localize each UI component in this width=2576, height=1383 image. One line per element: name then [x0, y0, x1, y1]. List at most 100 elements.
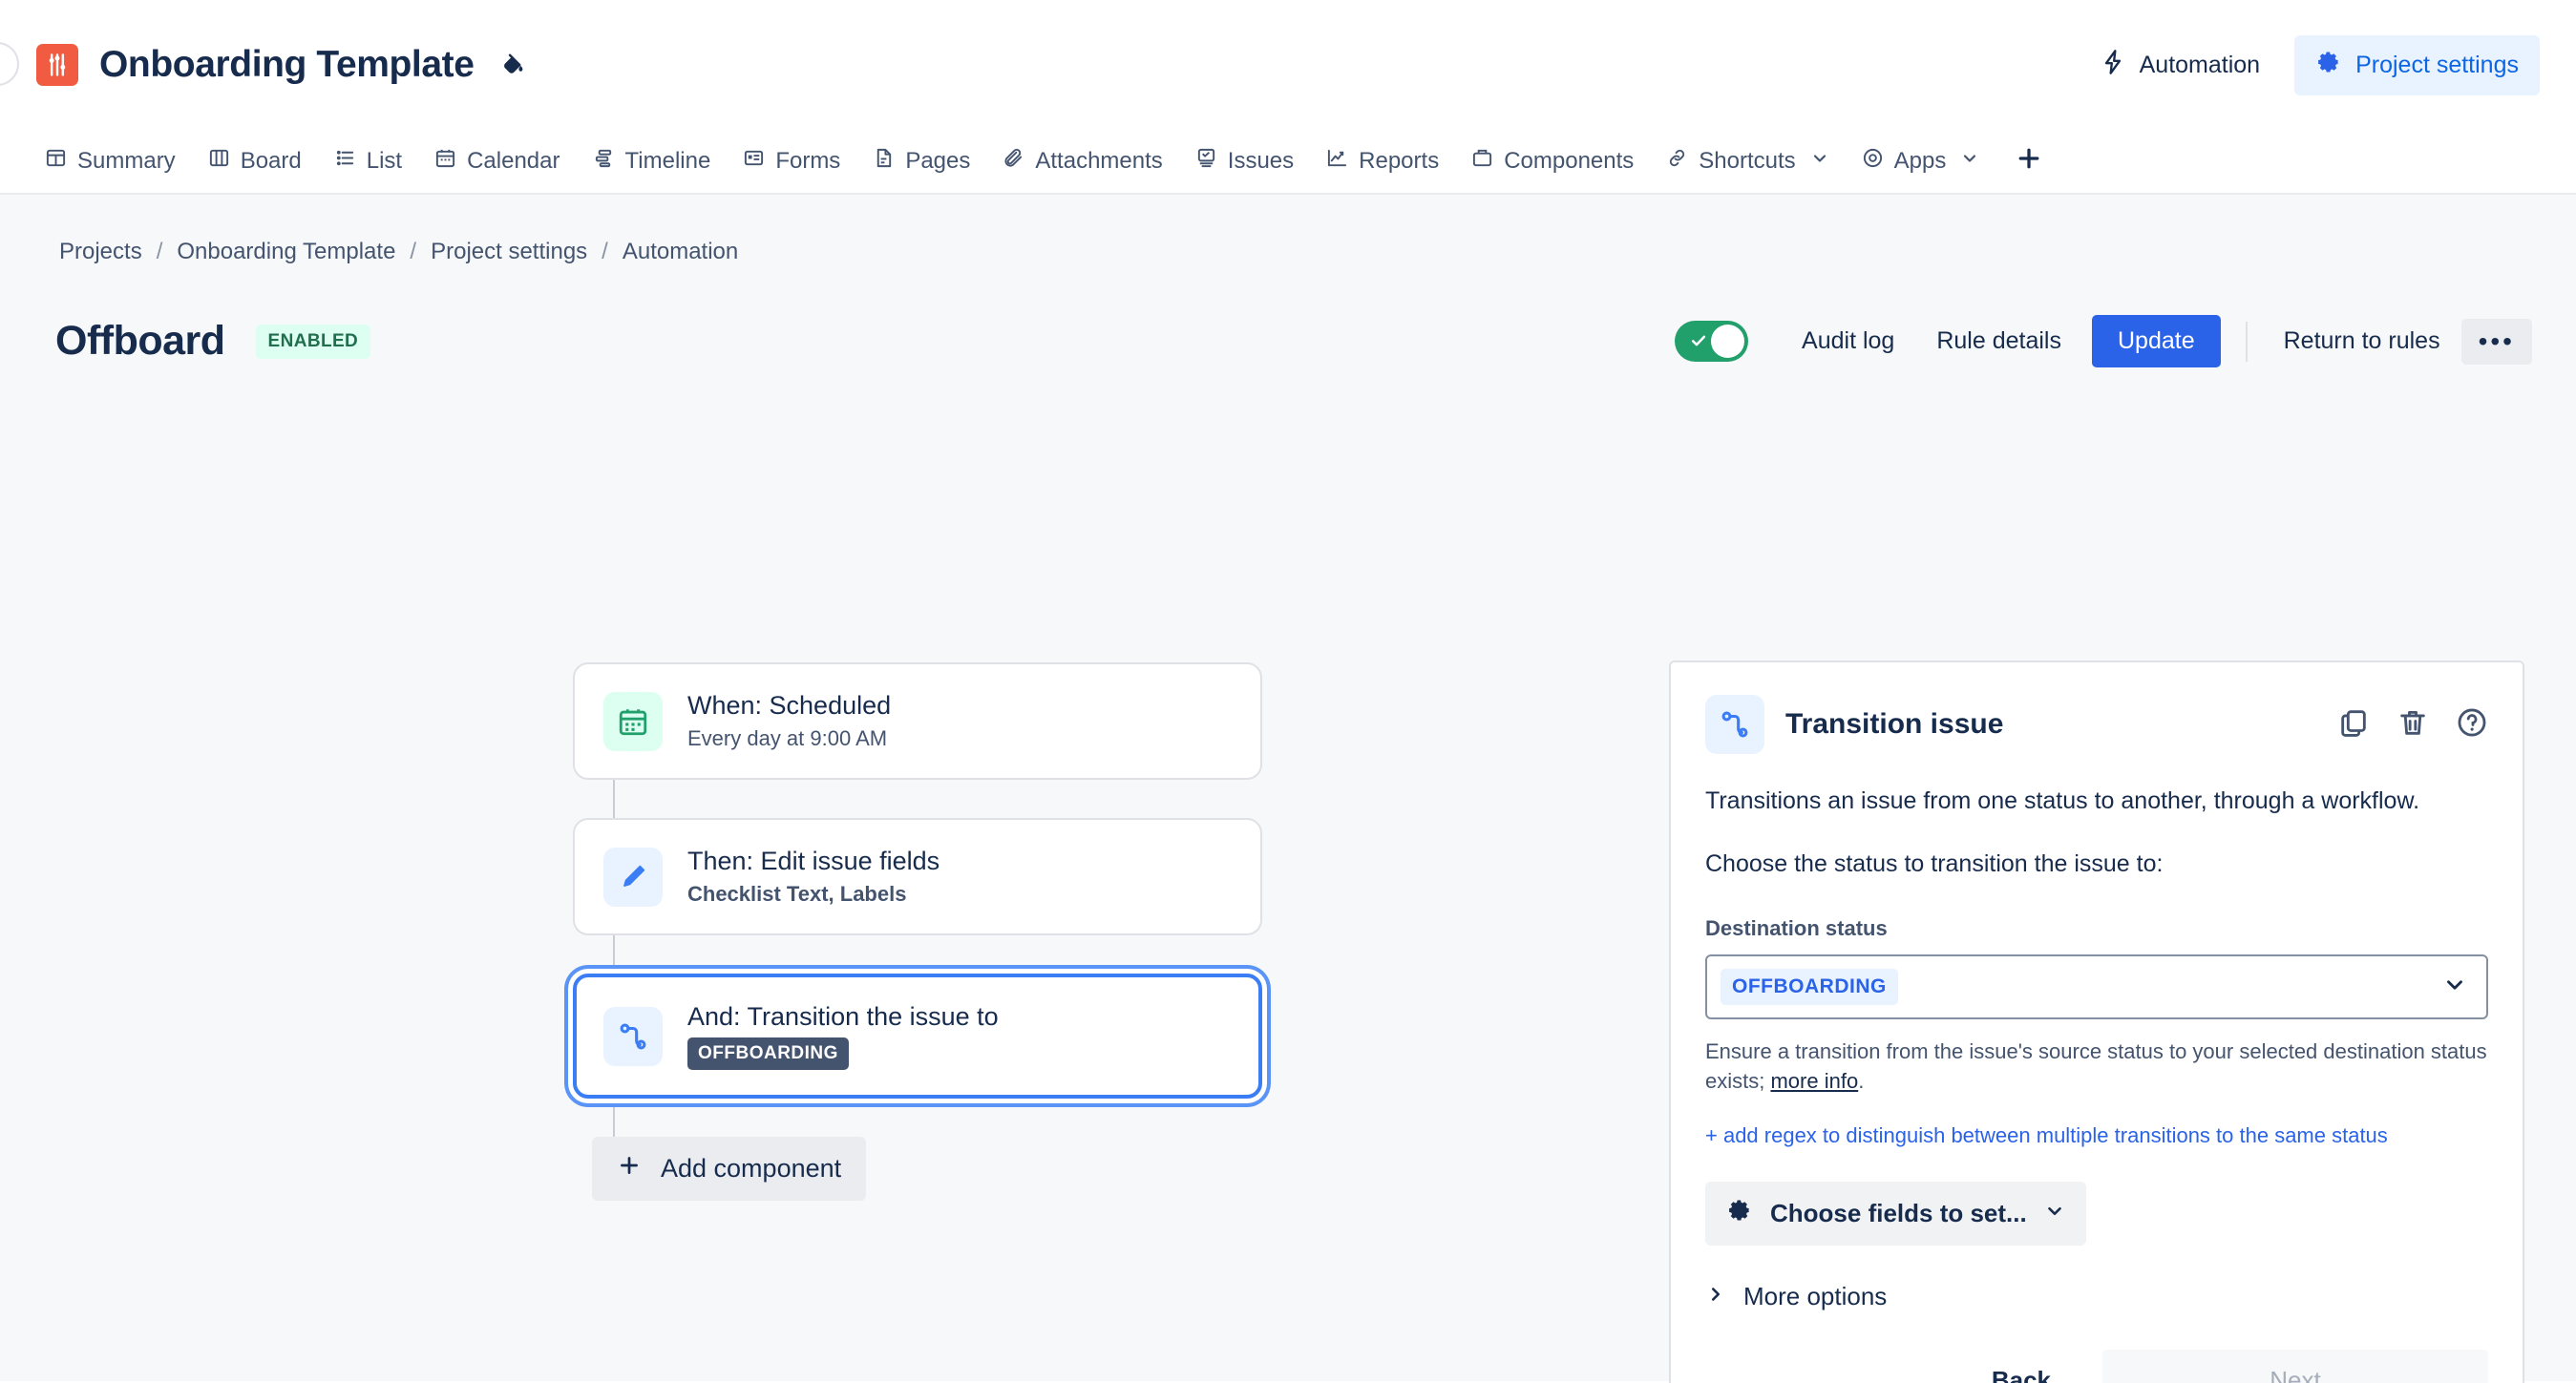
board-icon: [208, 147, 230, 176]
sidebar-item-apps[interactable]: Apps: [1846, 139, 1996, 183]
hint-text-end: .: [1858, 1069, 1864, 1093]
rule-details-button[interactable]: Rule details: [1915, 315, 2082, 367]
flow-component-transition[interactable]: And: Transition the issue to OFFBOARDING: [573, 974, 1262, 1099]
sidebar-item-calendar[interactable]: Calendar: [418, 139, 576, 183]
chevron-down-icon: [1810, 148, 1829, 175]
status-lozenge: OFFBOARDING: [687, 1037, 849, 1070]
sidebar-item-label: Attachments: [1035, 148, 1162, 175]
automation-label: Automation: [2140, 52, 2260, 79]
sidebar-item-label: Pages: [905, 148, 970, 175]
rule-flow: When: Scheduled Every day at 9:00 AM The…: [573, 662, 1270, 1201]
flow-component-trigger[interactable]: When: Scheduled Every day at 9:00 AM: [573, 662, 1262, 780]
rule-actions: Audit log Rule details Update Return to …: [1675, 315, 2532, 367]
sidebar-item-list[interactable]: List: [318, 139, 418, 183]
sidebar-item-forms[interactable]: Forms: [727, 139, 856, 183]
next-button: Next: [2102, 1350, 2488, 1383]
breadcrumb-separator: /: [410, 239, 416, 265]
link-icon: [1666, 147, 1688, 176]
sidebar-item-board[interactable]: Board: [192, 139, 318, 183]
list-icon: [334, 147, 356, 176]
add-component-button[interactable]: Add component: [592, 1137, 866, 1201]
sidebar-item-attachments[interactable]: Attachments: [986, 139, 1178, 183]
destination-status-hint: Ensure a transition from the issue's sou…: [1705, 1037, 2488, 1096]
breadcrumb-item-project[interactable]: Onboarding Template: [177, 239, 395, 265]
gear-icon: [1726, 1197, 1753, 1230]
rule-header: Offboard ENABLED Audit log Rule details …: [0, 265, 2576, 367]
toggle-knob: [1711, 325, 1744, 358]
status-badge: ENABLED: [256, 325, 371, 359]
trash-icon[interactable]: [2397, 706, 2429, 744]
forms-icon: [743, 147, 765, 176]
flow-connector: [613, 1099, 615, 1137]
sidebar-item-pages[interactable]: Pages: [856, 139, 986, 183]
breadcrumb-item-automation[interactable]: Automation: [623, 239, 738, 265]
divider: [2246, 322, 2248, 362]
sidebar-item-label: Board: [241, 148, 302, 175]
destination-status-select[interactable]: OFFBOARDING: [1705, 954, 2488, 1019]
breadcrumb: Projects / Onboarding Template / Project…: [0, 195, 2576, 265]
more-options-toggle[interactable]: More options: [1705, 1282, 2488, 1311]
paint-bucket-icon[interactable]: [499, 51, 528, 79]
rule-name: Offboard: [55, 318, 225, 365]
top-bar-actions: Automation Project settings: [2079, 35, 2540, 95]
project-nav-tabs: Summary Board List Cale: [0, 130, 2576, 195]
panel-header: Transition issue: [1705, 695, 2488, 754]
summary-icon: [45, 147, 67, 176]
sidebar-item-label: Timeline: [625, 148, 711, 175]
chevron-down-icon: [1960, 148, 1979, 175]
breadcrumb-separator: /: [602, 239, 608, 265]
update-button[interactable]: Update: [2092, 315, 2221, 367]
components-icon: [1471, 147, 1493, 176]
component-config-panel: Transition issue: [1669, 660, 2524, 1383]
sidebar-item-timeline[interactable]: Timeline: [577, 139, 728, 183]
rule-enabled-toggle[interactable]: [1675, 321, 1748, 362]
more-options-label: More options: [1743, 1282, 1887, 1311]
more-info-link[interactable]: more info: [1770, 1069, 1858, 1093]
sidebar-item-components[interactable]: Components: [1455, 139, 1650, 183]
sidebar-item-label: Issues: [1228, 148, 1294, 175]
sidebar-item-label: Summary: [77, 148, 176, 175]
project-settings-button[interactable]: Project settings: [2294, 35, 2540, 95]
flow-connector: [613, 935, 615, 974]
sidebar-item-label: Reports: [1359, 148, 1439, 175]
top-bar: Onboarding Template Automation: [0, 0, 2576, 130]
duplicate-icon[interactable]: [2337, 706, 2370, 744]
sidebar-item-shortcuts[interactable]: Shortcuts: [1650, 139, 1845, 183]
lightning-bolt-icon: [2100, 49, 2126, 82]
timeline-icon: [593, 147, 615, 176]
page-title: Onboarding Template: [99, 44, 475, 86]
chevron-down-icon[interactable]: [2442, 973, 2467, 1002]
plus-icon: [617, 1153, 642, 1184]
component-subtitle: Every day at 9:00 AM: [687, 726, 891, 751]
add-tab-button[interactable]: [1995, 136, 2062, 187]
apps-icon: [1862, 147, 1884, 176]
panel-description: Transitions an issue from one status to …: [1705, 785, 2488, 817]
pages-icon: [873, 147, 895, 176]
project-identity: Onboarding Template: [0, 44, 528, 86]
flow-connector: [613, 780, 615, 818]
component-subtitle: Checklist Text, Labels: [687, 882, 940, 907]
help-circle-icon[interactable]: [2456, 706, 2488, 744]
add-regex-link[interactable]: + add regex to distinguish between multi…: [1705, 1121, 2488, 1150]
choose-fields-button[interactable]: Choose fields to set...: [1705, 1182, 2086, 1246]
back-button[interactable]: Back: [1963, 1350, 2080, 1383]
component-title: When: Scheduled: [687, 691, 891, 721]
panel-title: Transition issue: [1785, 708, 2003, 741]
automation-button[interactable]: Automation: [2079, 35, 2281, 95]
sidebar-item-summary[interactable]: Summary: [29, 139, 192, 183]
breadcrumb-item-settings[interactable]: Project settings: [431, 239, 587, 265]
add-component-label: Add component: [661, 1154, 841, 1184]
breadcrumb-item-projects[interactable]: Projects: [59, 239, 142, 265]
more-actions-button[interactable]: •••: [2461, 319, 2532, 365]
sidebar-item-label: Shortcuts: [1699, 148, 1795, 175]
sidebar-item-reports[interactable]: Reports: [1310, 139, 1455, 183]
page-content: Projects / Onboarding Template / Project…: [0, 195, 2576, 1381]
return-to-rules-button[interactable]: Return to rules: [2263, 315, 2461, 367]
chevron-down-icon: [2044, 1199, 2065, 1228]
audit-log-button[interactable]: Audit log: [1781, 315, 1915, 367]
plus-icon: [2015, 144, 2043, 179]
flow-component-edit-fields[interactable]: Then: Edit issue fields Checklist Text, …: [573, 818, 1262, 935]
component-title: Then: Edit issue fields: [687, 847, 940, 876]
issues-icon: [1195, 147, 1217, 176]
sidebar-item-issues[interactable]: Issues: [1179, 139, 1310, 183]
